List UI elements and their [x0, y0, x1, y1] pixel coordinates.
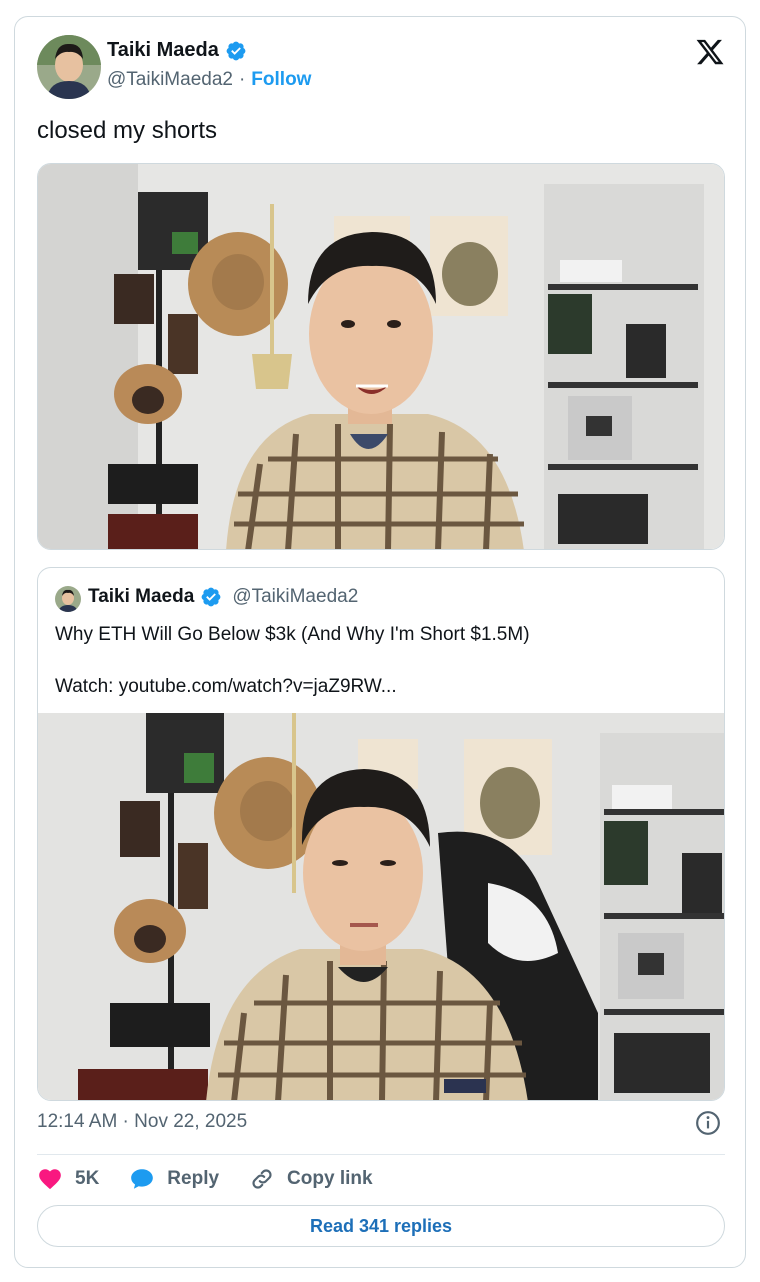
link-icon — [252, 1169, 272, 1189]
author-name[interactable]: Taiki Maeda — [107, 39, 219, 62]
copy-link-button[interactable]: Copy link — [249, 1166, 373, 1192]
x-logo-icon[interactable] — [695, 37, 725, 67]
quote-author-handle: @TaikiMaeda2 — [232, 586, 359, 607]
author-handle[interactable]: @TaikiMaeda2 — [107, 69, 233, 91]
divider — [37, 1154, 725, 1155]
avatar[interactable] — [37, 35, 101, 99]
tweet-card: Taiki Maeda @TaikiMaeda2 · Follow closed… — [14, 16, 746, 1268]
author-handle-row: @TaikiMaeda2 · Follow — [107, 69, 311, 91]
tweet-media-image[interactable] — [37, 163, 725, 550]
tweet-timestamp[interactable]: 12:14 AM · Nov 22, 2025 — [37, 1111, 247, 1133]
separator: · — [238, 69, 246, 90]
verified-badge-icon — [200, 586, 222, 608]
quote-text-line2: Watch: youtube.com/watch?v=jaZ9RW... — [55, 676, 397, 697]
tweet-text: closed my shorts — [37, 117, 218, 144]
read-replies-button[interactable]: Read 341 replies — [37, 1205, 725, 1247]
quote-avatar[interactable] — [55, 586, 81, 612]
like-button[interactable]: 5K — [37, 1166, 99, 1192]
author-name-row: Taiki Maeda — [107, 39, 247, 62]
quote-text-line1: Why ETH Will Go Below $3k (And Why I'm S… — [55, 624, 530, 645]
quote-text: Why ETH Will Go Below $3k (And Why I'm S… — [55, 622, 705, 700]
action-bar: 5K Reply Copy link — [37, 1163, 403, 1195]
copy-link-label: Copy link — [287, 1168, 373, 1189]
reply-button[interactable]: Reply — [129, 1166, 219, 1192]
like-count: 5K — [75, 1168, 100, 1189]
verified-badge-icon — [225, 40, 247, 62]
quote-author-name[interactable]: Taiki Maeda — [88, 586, 194, 608]
follow-button[interactable]: Follow — [251, 69, 311, 91]
heart-icon — [39, 1169, 61, 1190]
quote-author-row: Taiki Maeda @TaikiMaeda2 — [88, 586, 358, 608]
quote-media-image[interactable] — [38, 713, 724, 1100]
info-icon[interactable] — [695, 1110, 721, 1136]
reply-bubble-icon — [131, 1169, 154, 1189]
reply-label: Reply — [167, 1168, 220, 1189]
quote-tweet[interactable]: Taiki Maeda @TaikiMaeda2 Why ETH Will Go… — [37, 567, 725, 1101]
